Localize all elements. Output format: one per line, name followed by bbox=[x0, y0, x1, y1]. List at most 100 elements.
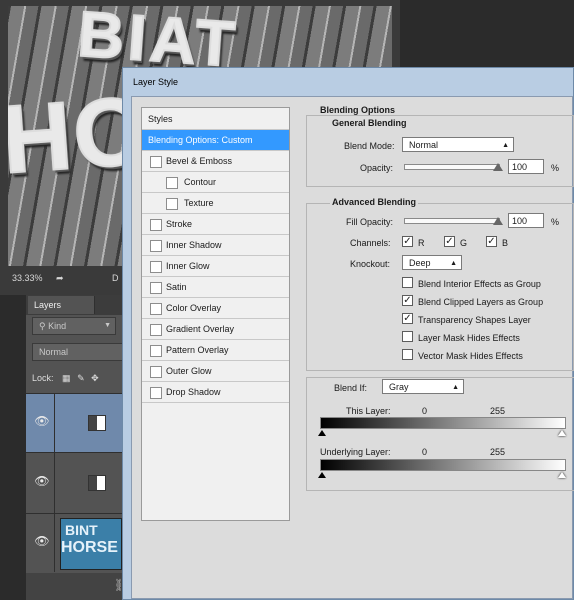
style-checkbox[interactable] bbox=[150, 324, 162, 336]
channel-r-checkbox[interactable]: ✓ bbox=[402, 236, 413, 247]
tab-layers[interactable]: Layers bbox=[28, 296, 95, 314]
blend-if-select[interactable]: Gray ▲ bbox=[382, 379, 464, 394]
opacity-input[interactable]: 100 bbox=[508, 159, 544, 174]
opacity-label: Opacity: bbox=[360, 163, 394, 173]
general-blending-title: General Blending bbox=[330, 118, 409, 128]
lock-image-pixels-icon[interactable]: ✎ bbox=[77, 373, 85, 383]
blend-mode-select[interactable]: Normal ▲ bbox=[402, 137, 514, 152]
channel-b-label: B bbox=[502, 238, 509, 248]
option-label: Blend Clipped Layers as Group bbox=[418, 297, 544, 307]
this-layer-white-slider[interactable] bbox=[558, 430, 566, 436]
blend-mode-value: Normal bbox=[409, 140, 439, 150]
knockout-value: Deep bbox=[409, 258, 431, 268]
style-item-pattern-overlay[interactable]: Pattern Overlay bbox=[142, 340, 289, 361]
style-item-gradient-overlay[interactable]: Gradient Overlay bbox=[142, 319, 289, 340]
style-checkbox[interactable] bbox=[150, 366, 162, 378]
dialog-body: Styles Blending Options: Custom Bevel & E… bbox=[131, 96, 574, 599]
option-checkbox[interactable]: ✓ bbox=[402, 295, 413, 306]
layer-blend-mode-select[interactable]: Normal bbox=[32, 343, 130, 361]
fill-opacity-slider[interactable] bbox=[404, 218, 500, 224]
style-item-drop-shadow[interactable]: Drop Shadow bbox=[142, 382, 289, 403]
eye-icon[interactable]: 👁 bbox=[32, 474, 52, 488]
layer-thumbnail: BINT HORSE bbox=[60, 518, 122, 570]
style-checkbox[interactable] bbox=[150, 282, 162, 294]
style-checkbox[interactable] bbox=[150, 261, 162, 273]
option-checkbox[interactable] bbox=[402, 277, 413, 288]
style-item-bevel-emboss[interactable]: Bevel & Emboss bbox=[142, 151, 289, 172]
opacity-slider[interactable] bbox=[404, 164, 500, 170]
underlying-black-slider[interactable] bbox=[318, 472, 326, 478]
this-layer-black-slider[interactable] bbox=[318, 430, 326, 436]
style-item-label: Outer Glow bbox=[166, 366, 212, 376]
fill-opacity-input[interactable]: 100 bbox=[508, 213, 544, 228]
style-item-label: Inner Glow bbox=[166, 261, 210, 271]
style-item-label: Gradient Overlay bbox=[166, 324, 235, 334]
this-layer-low: 0 bbox=[422, 406, 428, 416]
style-item-label: Color Overlay bbox=[166, 303, 222, 313]
option-label: Vector Mask Hides Effects bbox=[418, 351, 523, 361]
this-layer-label: This Layer: bbox=[346, 406, 391, 416]
channel-r-label: R bbox=[418, 238, 425, 248]
blend-if-label: Blend If: bbox=[334, 383, 368, 393]
channel-g-checkbox[interactable]: ✓ bbox=[444, 236, 455, 247]
option-checkbox[interactable]: ✓ bbox=[402, 313, 413, 324]
underlying-white-slider[interactable] bbox=[558, 472, 566, 478]
style-item-blending-options-custom[interactable]: Blending Options: Custom bbox=[142, 130, 289, 151]
style-item-inner-shadow[interactable]: Inner Shadow bbox=[142, 235, 289, 256]
style-item-inner-glow[interactable]: Inner Glow bbox=[142, 256, 289, 277]
style-item-satin[interactable]: Satin bbox=[142, 277, 289, 298]
option-checkbox[interactable] bbox=[402, 349, 413, 360]
zoom-level[interactable]: 33.33% bbox=[12, 273, 43, 283]
blend-mode-label: Blend Mode: bbox=[344, 141, 395, 151]
underlying-layer-low: 0 bbox=[422, 447, 428, 457]
eye-icon[interactable]: 👁 bbox=[32, 534, 52, 548]
underlying-layer-gradient[interactable] bbox=[320, 459, 566, 471]
style-item-stroke[interactable]: Stroke bbox=[142, 214, 289, 235]
styles-list: Styles Blending Options: Custom Bevel & E… bbox=[141, 107, 290, 521]
option-checkbox[interactable] bbox=[402, 331, 413, 342]
layer-thumbnail bbox=[88, 415, 106, 431]
style-item-label: Satin bbox=[166, 282, 187, 292]
fill-opacity-label: Fill Opacity: bbox=[346, 217, 394, 227]
fill-opacity-unit: % bbox=[551, 217, 560, 227]
styles-header[interactable]: Styles bbox=[142, 108, 289, 130]
knockout-select[interactable]: Deep ▲ bbox=[402, 255, 462, 270]
blend-if-group bbox=[306, 377, 574, 491]
underlying-layer-label: Underlying Layer: bbox=[320, 447, 391, 457]
layer-filter-value: Kind bbox=[48, 321, 67, 331]
lock-label: Lock: bbox=[32, 373, 54, 383]
style-checkbox[interactable] bbox=[150, 345, 162, 357]
opacity-slider-thumb[interactable] bbox=[493, 163, 503, 171]
style-item-outer-glow[interactable]: Outer Glow bbox=[142, 361, 289, 382]
dialog-title: Layer Style bbox=[133, 77, 179, 87]
export-icon[interactable]: ➦ bbox=[56, 273, 64, 284]
blend-if-value: Gray bbox=[389, 382, 409, 392]
style-checkbox[interactable] bbox=[166, 177, 178, 189]
style-checkbox[interactable] bbox=[150, 156, 162, 168]
style-checkbox[interactable] bbox=[150, 303, 162, 315]
style-checkbox[interactable] bbox=[150, 387, 162, 399]
updown-arrow-icon: ▲ bbox=[502, 142, 509, 149]
lock-row: Lock: ▦ ✎ ✥ bbox=[32, 373, 99, 384]
fill-opacity-slider-thumb[interactable] bbox=[493, 217, 503, 225]
this-layer-high: 255 bbox=[490, 406, 506, 416]
channel-b-checkbox[interactable]: ✓ bbox=[486, 236, 497, 247]
style-item-texture[interactable]: Texture bbox=[142, 193, 289, 214]
blending-options-pane: Blending Options General Blending Blend … bbox=[304, 97, 574, 598]
channel-g-label: G bbox=[460, 238, 468, 248]
style-item-label: Blending Options: Custom bbox=[148, 135, 253, 145]
style-item-label: Contour bbox=[184, 177, 217, 187]
style-checkbox[interactable] bbox=[150, 240, 162, 252]
lock-transparent-pixels-icon[interactable]: ▦ bbox=[62, 373, 71, 383]
this-layer-gradient[interactable] bbox=[320, 417, 566, 429]
style-item-label: Bevel & Emboss bbox=[166, 156, 233, 166]
style-checkbox[interactable] bbox=[150, 219, 162, 231]
advanced-blending-title: Advanced Blending bbox=[330, 197, 419, 207]
doc-info[interactable]: D bbox=[112, 273, 119, 283]
lock-position-icon[interactable]: ✥ bbox=[91, 373, 99, 383]
eye-icon[interactable]: 👁 bbox=[32, 414, 52, 428]
style-item-color-overlay[interactable]: Color Overlay bbox=[142, 298, 289, 319]
style-checkbox[interactable] bbox=[166, 198, 178, 210]
layer-filter-select[interactable]: ⚲ Kind ▼ bbox=[32, 317, 116, 335]
style-item-contour[interactable]: Contour bbox=[142, 172, 289, 193]
